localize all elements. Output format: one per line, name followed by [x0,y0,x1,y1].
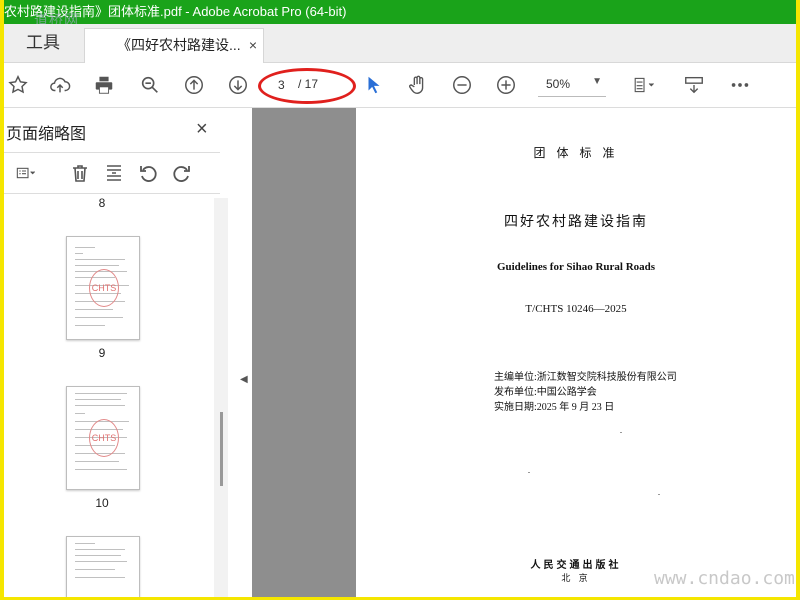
standard-code: T/CHTS 10246—2025 [525,303,627,315]
title-bar: 农村路建设指南》团体标准.pdf - Adobe Acrobat Pro (64… [4,0,796,24]
rotate-right-icon[interactable] [170,161,194,185]
red-seal-stamp: CHTS [89,269,119,307]
thumbnail-panel-title: 页面缩略图 [6,126,87,143]
zoom-search-icon[interactable] [136,71,164,99]
more-icon[interactable] [726,71,754,99]
document-background [252,108,356,597]
document-view: 团 体 标 准 四好农村路建设指南 Guidelines for Sihao R… [252,108,796,597]
panel-collapse-bar[interactable]: ◀ [236,108,252,597]
zoom-out-icon[interactable] [448,71,476,99]
print-icon[interactable] [90,71,118,99]
tab-bar: 工具 《四好农村路建设... × [4,24,796,63]
page-number-highlight-circle [258,68,356,104]
app-window: 农村路建设指南》团体标准.pdf - Adobe Acrobat Pro (64… [4,0,796,597]
pointer-icon[interactable] [360,71,388,99]
pdf-page: 团 体 标 准 四好农村路建设指南 Guidelines for Sihao R… [356,108,796,597]
site-watermark: www.cndao.com [654,568,795,589]
zoom-value: 50% [546,77,571,91]
thumbnail-panel: 页面缩略图 × 8 CHTS 9 CHTS 10 [4,108,237,597]
thumbnail-scrollbar[interactable] [214,198,228,597]
chevron-down-icon: ▼ [592,76,602,87]
document-title-cn: 四好农村路建设指南 [504,215,648,230]
trash-icon[interactable] [68,161,92,185]
cloud-upload-icon[interactable] [46,71,74,99]
red-seal-stamp: CHTS [89,419,119,457]
main-toolbar: / 17 50% ▼ [4,63,796,108]
zoom-in-icon[interactable] [492,71,520,99]
tab-tools[interactable]: 工具 [4,24,82,62]
thumbnail-toolbar [4,152,220,194]
standard-type: 团 体 标 准 [533,146,619,160]
scrollbar-thumb[interactable] [220,412,223,486]
thumbnail-page-number: 9 [98,346,106,360]
close-panel-button[interactable]: × [196,118,208,141]
thumbnail-page[interactable] [66,536,140,597]
thumbnail-page-number: 10 [95,496,109,510]
hand-icon[interactable] [404,71,432,99]
options-menu-icon[interactable] [8,161,44,185]
effective-date: 实施日期:2025 年 9 月 23 日 [494,402,615,413]
close-tab-button[interactable]: × [249,29,257,61]
tab-document-label: 《四好农村路建设... [117,37,241,53]
document-title-en: Guidelines for Sihao Rural Roads [496,261,656,273]
arrow-down-icon[interactable] [224,71,252,99]
chevron-left-icon[interactable]: ◀ [240,374,248,385]
rotate-left-icon[interactable] [136,161,160,185]
thumbnail-page-number: 8 [98,196,106,210]
thumbnail-page[interactable]: CHTS [66,236,140,340]
star-icon[interactable] [4,71,32,99]
page-fit-icon[interactable] [626,71,662,99]
thumbnail-page[interactable]: CHTS [66,386,140,490]
insert-page-icon[interactable] [102,161,126,185]
zoom-dropdown[interactable]: 50% ▼ [538,74,606,97]
editor-unit: 主编单位:浙江数智交院科技股份有限公司 [494,372,677,383]
arrow-up-icon[interactable] [180,71,208,99]
tab-document[interactable]: 《四好农村路建设... × [84,28,264,63]
scroll-icon[interactable] [680,71,708,99]
publisher-unit: 发布单位:中国公路学会 [494,387,597,398]
